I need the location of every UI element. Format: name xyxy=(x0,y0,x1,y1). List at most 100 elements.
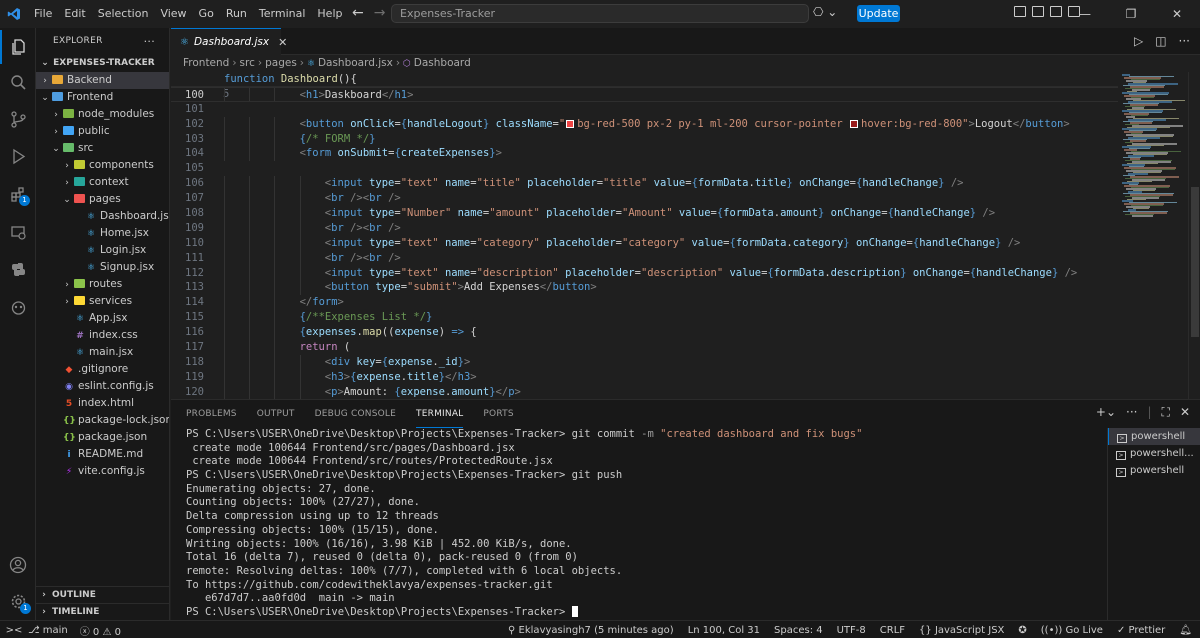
problems-count[interactable]: ⓧ 0 ⚠ 0 xyxy=(80,623,121,638)
extensions-icon[interactable]: 1 xyxy=(0,177,36,211)
toggle-secondary-sidebar-icon[interactable] xyxy=(1050,6,1062,17)
menu-go[interactable]: Go xyxy=(193,0,220,28)
restore-icon[interactable]: ❐ xyxy=(1108,0,1154,28)
menu-view[interactable]: View xyxy=(154,0,192,28)
code-line[interactable]: 108 <input type="Number" name="amount" pl… xyxy=(171,206,1118,221)
code-line[interactable]: 102 <button onClick={handleLogout} classN… xyxy=(171,116,1118,132)
manage-gear-icon[interactable]: 1 xyxy=(0,584,36,618)
menu-edit[interactable]: Edit xyxy=(58,0,91,28)
more-panel-actions-icon[interactable]: ··· xyxy=(1126,405,1137,420)
back-arrow-icon[interactable]: ← xyxy=(352,5,364,21)
split-editor-icon[interactable]: ◫ xyxy=(1155,34,1166,48)
search-icon[interactable] xyxy=(0,65,36,99)
feedback-icon[interactable]: ✪ xyxy=(1018,625,1026,636)
code-editor[interactable]: 5 function Dashboard(){ 100 <h1>Daskboard<… xyxy=(171,72,1118,399)
file-dashboard-jsx[interactable]: ⚛ Dashboard.jsx xyxy=(36,208,169,225)
toggle-panel-icon[interactable] xyxy=(1032,6,1044,17)
code-line[interactable]: 120 <p>Amount: {expense.amount}</p> xyxy=(171,384,1118,399)
code-line[interactable]: 103 {/* FORM */} xyxy=(171,131,1118,147)
menu-terminal[interactable]: Terminal xyxy=(253,0,312,28)
tab-debug-console[interactable]: DEBUG CONSOLE xyxy=(315,400,396,428)
python-icon[interactable] xyxy=(0,252,36,286)
tab-output[interactable]: OUTPUT xyxy=(257,400,295,428)
run-file-icon[interactable]: ▷ xyxy=(1134,34,1143,48)
git-blame[interactable]: ⚲ Eklavyasingh7 (5 minutes ago) xyxy=(508,625,674,636)
editor-scrollbar[interactable] xyxy=(1188,72,1200,399)
file-home-jsx[interactable]: ⚛ Home.jsx xyxy=(36,225,169,242)
code-line[interactable]: 115 {/**Expenses List */} xyxy=(171,310,1118,326)
line-endings[interactable]: CRLF xyxy=(880,625,905,636)
folder-public[interactable]: › public xyxy=(36,123,169,140)
file-readme-md[interactable]: i README.md xyxy=(36,446,169,463)
maximize-panel-icon[interactable]: ⛶ xyxy=(1162,405,1170,420)
code-line[interactable]: 106 <input type="text" name="title" place… xyxy=(171,176,1118,192)
new-terminal-icon[interactable]: +⌄ xyxy=(1096,405,1116,420)
file-index-css[interactable]: # index.css xyxy=(36,327,169,344)
remote-indicator-icon[interactable]: >< xyxy=(0,621,28,638)
go-live-button[interactable]: ((•)) Go Live xyxy=(1041,625,1103,636)
more-editor-actions-icon[interactable]: ··· xyxy=(1179,34,1190,48)
sticky-scroll-line[interactable]: 5 function Dashboard(){ xyxy=(171,72,1118,100)
menu-help[interactable]: Help xyxy=(311,0,348,28)
encoding[interactable]: UTF-8 xyxy=(837,625,866,636)
code-line[interactable]: 104 <form onSubmit={createExpenses}> xyxy=(171,146,1118,162)
folder-routes[interactable]: › routes xyxy=(36,276,169,293)
more-actions-icon[interactable]: ··· xyxy=(144,28,155,55)
terminal-output[interactable]: PS C:\Users\USER\OneDrive\Desktop\Projec… xyxy=(186,428,1101,621)
tab-ports[interactable]: PORTS xyxy=(483,400,513,428)
file-package-lock-json[interactable]: {} package-lock.json xyxy=(36,412,169,429)
folder-context[interactable]: › context xyxy=(36,174,169,191)
file-eslint-config-js[interactable]: ◉ eslint.config.js xyxy=(36,378,169,395)
indentation[interactable]: Spaces: 4 xyxy=(774,625,823,636)
close-tab-icon[interactable]: ✕ xyxy=(278,36,287,49)
breadcrumb-item[interactable]: pages xyxy=(265,57,297,69)
scrollbar-thumb[interactable] xyxy=(1191,187,1199,337)
code-line[interactable]: 112 <input type="text" name="description"… xyxy=(171,265,1118,281)
terminal-instance[interactable]: > powershell xyxy=(1108,428,1200,445)
code-line[interactable]: 117 return ( xyxy=(171,340,1118,355)
project-root[interactable]: ⌄ EXPENSES-TRACKER xyxy=(36,55,169,72)
menu-selection[interactable]: Selection xyxy=(92,0,155,28)
folder-components[interactable]: › components xyxy=(36,157,169,174)
file-vite-config-js[interactable]: ⚡ vite.config.js xyxy=(36,463,169,480)
terminal-instance[interactable]: > powershell xyxy=(1108,462,1200,479)
code-line[interactable]: 109 <br /><br /> xyxy=(171,220,1118,236)
code-line[interactable]: 111 <br /><br /> xyxy=(171,250,1118,266)
folder-backend[interactable]: › Backend xyxy=(36,72,169,89)
breadcrumb-item[interactable]: src xyxy=(240,57,255,69)
file-signup-jsx[interactable]: ⚛ Signup.jsx xyxy=(36,259,169,276)
git-branch[interactable]: ⎇ main xyxy=(28,625,68,636)
menu-file[interactable]: File xyxy=(28,0,58,28)
folder-src[interactable]: ⌄ src xyxy=(36,140,169,157)
code-line[interactable]: 105 xyxy=(171,161,1118,176)
copilot-chat-icon[interactable] xyxy=(0,290,36,324)
file-index-html[interactable]: 5 index.html xyxy=(36,395,169,412)
tab-problems[interactable]: PROBLEMS xyxy=(186,400,237,428)
language-mode[interactable]: {} JavaScript JSX xyxy=(919,625,1004,636)
folder-node-modules[interactable]: › node_modules xyxy=(36,106,169,123)
file-gitignore[interactable]: ◆ .gitignore xyxy=(36,361,169,378)
explorer-icon[interactable] xyxy=(0,30,36,64)
outline-section[interactable]: › OUTLINE xyxy=(36,586,169,603)
tab-dashboard-jsx[interactable]: ⚛ Dashboard.jsx ✕ xyxy=(171,28,287,55)
breadcrumb-item[interactable]: Dashboard.jsx xyxy=(318,57,393,69)
breadcrumb-item[interactable]: Dashboard xyxy=(414,57,471,69)
file-login-jsx[interactable]: ⚛ Login.jsx xyxy=(36,242,169,259)
code-line[interactable]: 107 <br /><br /> xyxy=(171,191,1118,207)
code-line[interactable]: 110 <input type="text" name="category" pl… xyxy=(171,235,1118,251)
code-line[interactable]: 101 xyxy=(171,102,1118,117)
folder-services[interactable]: › services xyxy=(36,293,169,310)
prettier-status[interactable]: ✓ Prettier xyxy=(1117,625,1165,636)
code-line[interactable]: 118 <div key={expense._id}> xyxy=(171,354,1118,370)
file-package-json[interactable]: {} package.json xyxy=(36,429,169,446)
close-window-icon[interactable]: ✕ xyxy=(1154,0,1200,28)
folder-pages[interactable]: ⌄ pages xyxy=(36,191,169,208)
code-line[interactable]: 114 </form> xyxy=(171,295,1118,311)
update-button[interactable]: Update xyxy=(857,5,900,22)
forward-arrow-icon[interactable]: → xyxy=(374,5,386,21)
account-icon[interactable] xyxy=(0,548,36,582)
cursor-position[interactable]: Ln 100, Col 31 xyxy=(688,625,760,636)
breadcrumb-item[interactable]: Frontend xyxy=(183,57,229,69)
remote-explorer-icon[interactable] xyxy=(0,215,36,249)
minimap[interactable] xyxy=(1118,72,1188,399)
